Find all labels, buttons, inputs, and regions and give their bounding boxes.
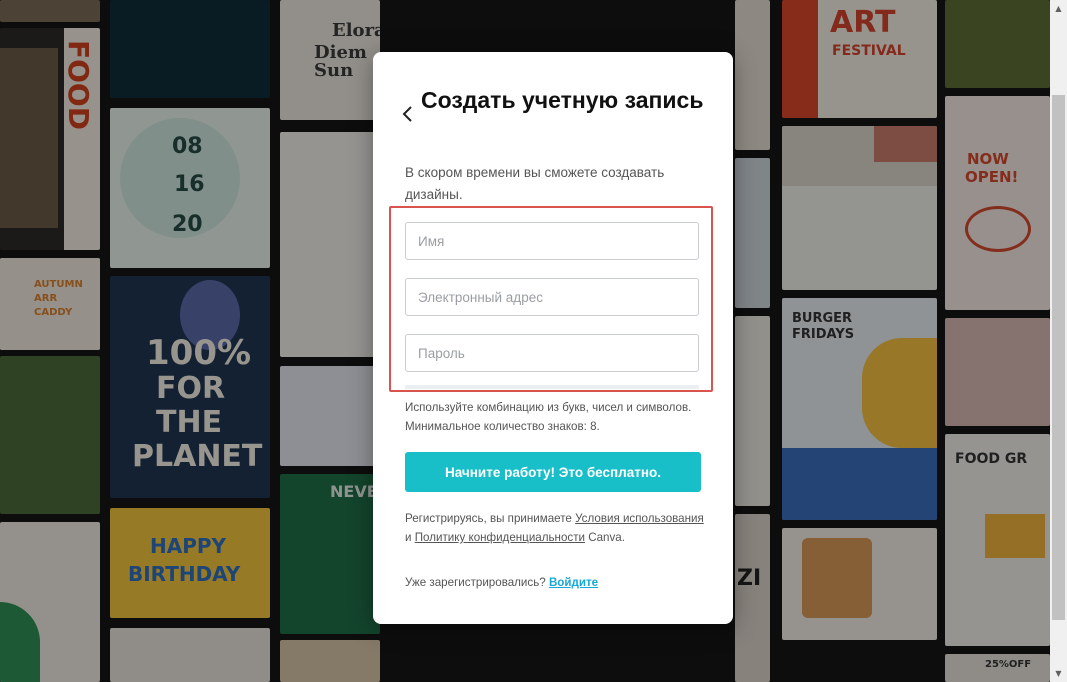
template-text: BURGER — [792, 311, 853, 326]
template-thumbnail — [945, 0, 1050, 88]
template-thumbnail: HAPPY BIRTHDAY — [110, 508, 270, 618]
template-thumbnail: 08 16 20 — [110, 108, 270, 268]
template-text: Elora — [332, 20, 380, 41]
template-text: 08 — [172, 134, 203, 159]
vertical-scrollbar[interactable]: ▲ ▼ — [1050, 0, 1067, 682]
template-thumbnail — [0, 356, 100, 514]
privacy-link[interactable]: Политику конфиденциальности — [415, 531, 585, 544]
template-thumbnail: ZI — [735, 514, 770, 682]
template-text: NOW — [967, 150, 1009, 168]
start-free-button[interactable]: Начните работу! Это бесплатно. — [405, 452, 701, 492]
password-field[interactable] — [405, 334, 699, 372]
terms-link[interactable]: Условия использования — [575, 512, 704, 525]
signup-modal: Создать учетную запись В скором времени … — [373, 52, 733, 624]
template-thumbnail — [280, 132, 380, 357]
template-thumbnail: FOOD GR — [945, 434, 1050, 646]
signin-prompt: Уже зарегистрировались? Войдите — [405, 573, 705, 592]
template-text: ART — [830, 5, 896, 40]
template-thumbnail — [280, 366, 380, 466]
template-text: FOOD GR — [955, 451, 1028, 467]
modal-title: Создать учетную запись — [421, 87, 704, 113]
template-thumbnail: FOOD — [0, 28, 100, 250]
template-text: FOOD — [62, 40, 95, 130]
template-thumbnail — [0, 522, 100, 682]
signin-prefix: Уже зарегистрировались? — [405, 576, 546, 589]
template-thumbnail: NEVER — [280, 474, 380, 634]
template-thumbnail: AUTUMN ARR CADDY — [0, 258, 100, 350]
template-thumbnail — [110, 0, 270, 98]
template-text: FRIDAYS — [792, 327, 855, 342]
legal-and: и — [405, 531, 412, 544]
template-thumbnail — [945, 318, 1050, 426]
scrollbar-thumb[interactable] — [1052, 95, 1065, 620]
template-text: PLANET — [132, 439, 263, 474]
template-text: ZI — [737, 566, 762, 591]
template-text: THE — [156, 405, 223, 440]
template-thumbnail — [280, 640, 380, 682]
template-thumbnail — [735, 158, 770, 308]
template-text: 20 — [172, 212, 203, 237]
template-text: CADDY — [34, 307, 73, 318]
legal-suffix: Canva. — [588, 531, 625, 544]
password-hint: Используйте комбинацию из букв, чисел и … — [405, 401, 692, 433]
name-field[interactable] — [405, 222, 699, 260]
modal-subtitle: В скором времени вы сможете создавать ди… — [405, 165, 665, 202]
signin-link[interactable]: Войдите — [549, 576, 598, 589]
template-text: FESTIVAL — [832, 43, 906, 59]
template-text: ARR — [34, 293, 58, 304]
template-text: BIRTHDAY — [128, 562, 241, 586]
email-field[interactable] — [405, 278, 699, 316]
template-thumbnail — [735, 0, 770, 150]
template-thumbnail: 100% FOR THE PLANET — [110, 276, 270, 498]
template-text: 100% — [146, 333, 252, 373]
template-text: FOR — [156, 371, 226, 406]
template-thumbnail — [782, 126, 937, 290]
legal-prefix: Регистрируясь, вы принимаете — [405, 512, 572, 525]
legal-notice: Регистрируясь, вы принимаете Условия исп… — [405, 509, 705, 547]
template-thumbnail — [110, 628, 270, 682]
scroll-up-arrow-icon[interactable]: ▲ — [1050, 0, 1067, 17]
template-text: 25%OFF — [985, 659, 1032, 670]
template-thumbnail — [735, 316, 770, 506]
template-thumbnail: NOW OPEN! — [945, 96, 1050, 310]
template-text: Diem Sun — [314, 42, 367, 81]
template-thumbnail: Elora Diem Sun — [280, 0, 380, 120]
template-thumbnail — [782, 528, 937, 640]
template-text: OPEN! — [965, 168, 1019, 186]
scroll-down-arrow-icon[interactable]: ▼ — [1050, 665, 1067, 682]
template-thumbnail: 25%OFF — [945, 654, 1050, 682]
template-thumbnail: BURGER FRIDAYS — [782, 298, 937, 520]
template-thumbnail: ART FESTIVAL — [782, 0, 937, 118]
template-text: 16 — [174, 172, 205, 197]
template-text: AUTUMN — [34, 279, 83, 290]
template-text: HAPPY — [150, 534, 227, 558]
template-thumbnail — [0, 0, 100, 22]
back-chevron-icon[interactable] — [401, 104, 415, 124]
password-strength-bar — [405, 385, 699, 389]
